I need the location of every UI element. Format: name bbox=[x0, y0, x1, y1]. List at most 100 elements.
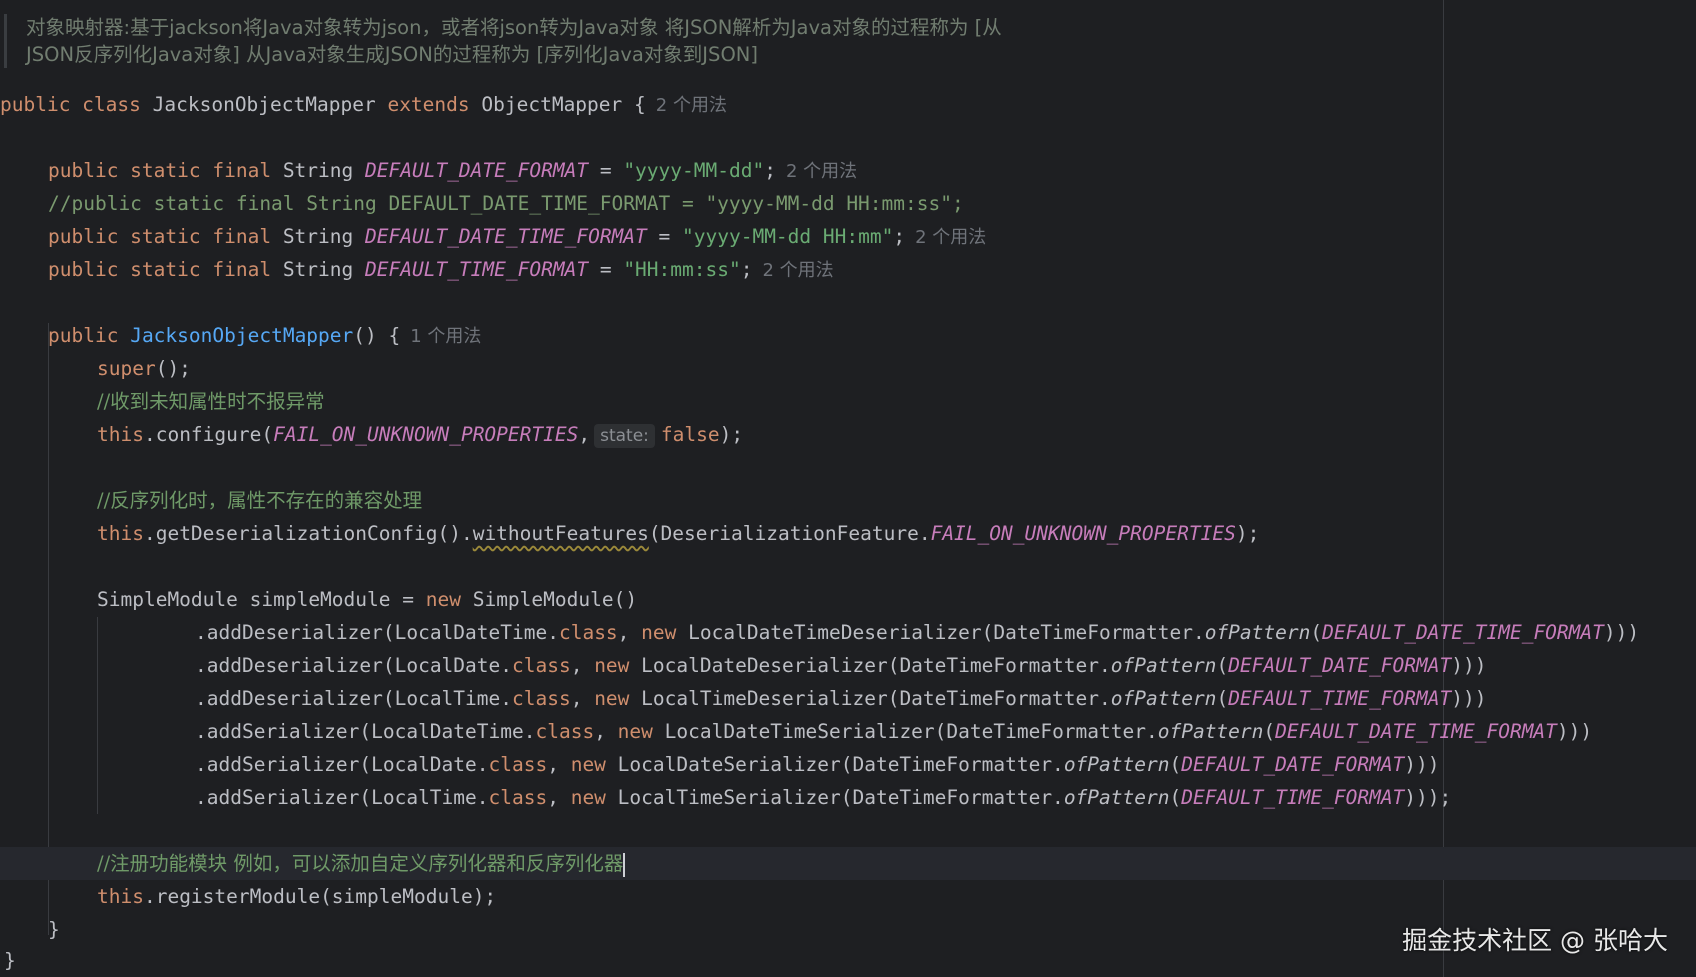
class-name[interactable]: JacksonObjectMapper bbox=[153, 93, 376, 116]
punctuation: ); bbox=[1235, 522, 1260, 545]
method-call: .getDeserializationConfig(). bbox=[143, 522, 473, 545]
register-module-line[interactable]: this.registerModule(simpleModule); bbox=[97, 880, 496, 913]
add-serializer-line[interactable]: .addSerializer(LocalDate.class, new Loca… bbox=[195, 748, 1440, 781]
constructor-call: LocalDateDeserializer(DateTimeFormatter. bbox=[629, 654, 1111, 677]
type: LocalTime. bbox=[371, 786, 489, 809]
constructor-call: LocalDateTimeSerializer(DateTimeFormatte… bbox=[652, 720, 1158, 743]
class-close-brace: } bbox=[4, 949, 16, 972]
comment-line: //收到未知属性时不报异常 bbox=[97, 390, 325, 413]
add-deserializer-line[interactable]: .addDeserializer(LocalDate.class, new Lo… bbox=[195, 649, 1486, 682]
method-call: .addDeserializer( bbox=[195, 687, 395, 710]
field-date-time-format[interactable]: public static final String DEFAULT_DATE_… bbox=[48, 220, 986, 253]
type: String bbox=[282, 159, 354, 182]
watermark: 掘金技术社区 @ 张哈大 bbox=[1402, 926, 1668, 955]
punctuation: ))) bbox=[1451, 654, 1487, 677]
constructor-declaration[interactable]: public JacksonObjectMapper() {1 个用法 bbox=[48, 319, 481, 352]
current-line-highlight[interactable]: //注册功能模块 例如，可以添加自定义序列化器和反序列化器 bbox=[0, 847, 1696, 880]
keyword: super bbox=[97, 357, 156, 380]
doc-comment-line: JSON反序列化Java对象] 从Java对象生成JSON的过程称为 [序列化J… bbox=[26, 43, 758, 66]
static-method: ofPattern bbox=[1110, 654, 1217, 677]
method-call: .addDeserializer( bbox=[195, 654, 395, 677]
constant-name: DEFAULT_DATE_TIME_FORMAT bbox=[365, 225, 647, 248]
keyword: public class bbox=[0, 93, 141, 116]
super-call-line[interactable]: super(); bbox=[97, 352, 191, 385]
type: String bbox=[282, 258, 354, 281]
operator: = bbox=[588, 258, 624, 281]
constructor-call: LocalTimeDeserializer(DateTimeFormatter. bbox=[629, 687, 1111, 710]
field-time-format[interactable]: public static final String DEFAULT_TIME_… bbox=[48, 253, 834, 286]
method-call: .addSerializer( bbox=[195, 720, 372, 743]
operator: = bbox=[646, 225, 683, 248]
keyword: extends bbox=[387, 93, 470, 116]
string-literal: "yyyy-MM-dd HH:mm" bbox=[682, 225, 894, 248]
comment-line: //反序列化时，属性不存在的兼容处理 bbox=[97, 489, 423, 512]
punctuation: () { bbox=[353, 324, 401, 347]
constant-name: FAIL_ON_UNKNOWN_PROPERTIES bbox=[930, 522, 1236, 545]
constant-name: DEFAULT_TIME_FORMAT bbox=[365, 258, 589, 281]
class-declaration-line[interactable]: public class JacksonObjectMapper extends… bbox=[0, 88, 727, 121]
keyword: class bbox=[512, 654, 571, 677]
indent-guide bbox=[97, 617, 98, 814]
keyword: new bbox=[570, 753, 606, 776]
method-call: (DeserializationFeature. bbox=[648, 522, 931, 545]
keyword: false bbox=[660, 423, 720, 446]
keyword: class bbox=[558, 621, 618, 644]
punctuation: , bbox=[578, 423, 591, 446]
keyword: new bbox=[570, 786, 606, 809]
usages-hint[interactable]: 2 个用法 bbox=[762, 260, 833, 281]
keyword: class bbox=[512, 687, 571, 710]
constant-name: DEFAULT_DATE_FORMAT bbox=[365, 159, 589, 182]
constructor-name[interactable]: JacksonObjectMapper bbox=[130, 324, 353, 347]
punctuation: ))) bbox=[1451, 687, 1487, 710]
constant-name: FAIL_ON_UNKNOWN_PROPERTIES bbox=[273, 423, 579, 446]
method-call: .configure( bbox=[143, 423, 274, 446]
variable-declaration: SimpleModule simpleModule = bbox=[97, 588, 426, 611]
indent-guide bbox=[48, 323, 49, 935]
punctuation: ))) bbox=[1603, 621, 1640, 644]
deserialization-config-line[interactable]: this.getDeserializationConfig().withoutF… bbox=[97, 517, 1259, 550]
add-deserializer-line[interactable]: .addDeserializer(LocalTime.class, new Lo… bbox=[195, 682, 1486, 715]
add-deserializer-line[interactable]: .addDeserializer(LocalDateTime.class, ne… bbox=[195, 616, 1639, 649]
constant-name: DEFAULT_TIME_FORMAT bbox=[1181, 786, 1405, 809]
add-serializer-line[interactable]: .addSerializer(LocalTime.class, new Loca… bbox=[195, 781, 1451, 814]
constant-name: DEFAULT_DATE_TIME_FORMAT bbox=[1322, 621, 1604, 644]
keyword: new bbox=[425, 588, 461, 611]
text-caret bbox=[623, 852, 626, 877]
punctuation: ))); bbox=[1404, 786, 1452, 809]
method-call: .addDeserializer( bbox=[195, 621, 395, 644]
type: LocalDateTime. bbox=[371, 720, 536, 743]
code-editor[interactable]: 对象映射器:基于jackson将Java对象转为json，或者将json转为Ja… bbox=[0, 0, 1696, 977]
field-date-format[interactable]: public static final String DEFAULT_DATE_… bbox=[48, 154, 857, 187]
constructor-call: LocalDateSerializer(DateTimeFormatter. bbox=[605, 753, 1064, 776]
constructor-call: LocalTimeSerializer(DateTimeFormatter. bbox=[605, 786, 1064, 809]
parent-class[interactable]: ObjectMapper { bbox=[481, 93, 645, 116]
string-literal: "yyyy-MM-dd" bbox=[623, 159, 765, 182]
type: String bbox=[282, 225, 354, 248]
right-margin-guide bbox=[1443, 0, 1444, 977]
doc-comment: 对象映射器:基于jackson将Java对象转为json，或者将json转为Ja… bbox=[4, 14, 1026, 68]
keyword: class bbox=[488, 753, 548, 776]
keyword: new bbox=[641, 621, 677, 644]
constant-name: DEFAULT_DATE_FORMAT bbox=[1181, 753, 1405, 776]
simple-module-declaration[interactable]: SimpleModule simpleModule = new SimpleMo… bbox=[97, 583, 637, 616]
static-method: ofPattern bbox=[1110, 687, 1217, 710]
keyword: new bbox=[617, 720, 653, 743]
punctuation: ))) bbox=[1556, 720, 1593, 743]
type: LocalTime. bbox=[394, 687, 512, 710]
usages-hint[interactable]: 2 个用法 bbox=[915, 227, 986, 248]
deprecated-method-warning[interactable]: withoutFeatures bbox=[473, 522, 649, 545]
usages-hint[interactable]: 2 个用法 bbox=[786, 161, 857, 182]
add-serializer-line[interactable]: .addSerializer(LocalDateTime.class, new … bbox=[195, 715, 1592, 748]
keyword: class bbox=[535, 720, 595, 743]
doc-comment-line: 对象映射器:基于jackson将Java对象转为json，或者将json转为Ja… bbox=[26, 16, 1002, 39]
usages-hint[interactable]: 1 个用法 bbox=[410, 326, 481, 347]
usages-hint[interactable]: 2 个用法 bbox=[656, 95, 727, 116]
constructor-call: SimpleModule() bbox=[460, 588, 638, 611]
commented-field-line: //public static final String DEFAULT_DAT… bbox=[48, 192, 964, 215]
constant-name: DEFAULT_DATE_TIME_FORMAT bbox=[1275, 720, 1557, 743]
type: LocalDate. bbox=[371, 753, 489, 776]
configure-line[interactable]: this.configure(FAIL_ON_UNKNOWN_PROPERTIE… bbox=[97, 418, 743, 451]
constructor-call: LocalDateTimeDeserializer(DateTimeFormat… bbox=[676, 621, 1205, 644]
keyword: new bbox=[594, 654, 630, 677]
keyword: public static final bbox=[48, 159, 272, 182]
